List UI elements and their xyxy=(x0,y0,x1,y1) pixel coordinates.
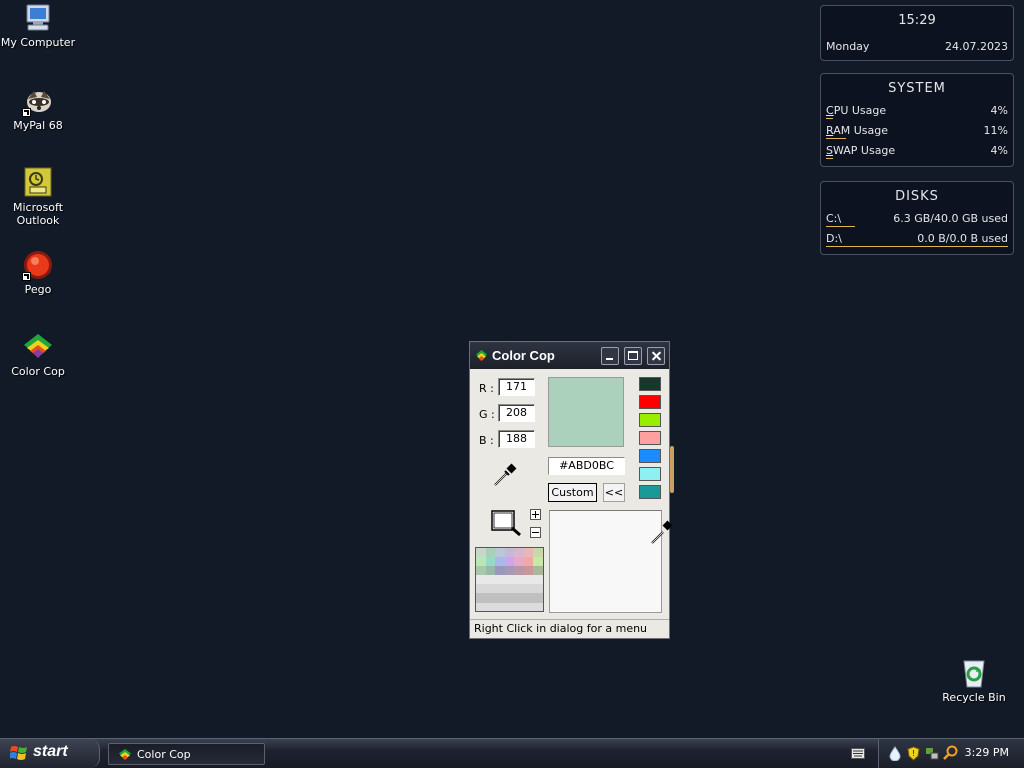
b-label: B : xyxy=(479,434,494,447)
shortcut-arrow-icon xyxy=(22,108,31,117)
desktop-icon-pego[interactable]: Pego xyxy=(0,249,76,296)
palette-swatch-2[interactable] xyxy=(639,395,661,409)
ram-usage-label: AM Usage xyxy=(833,124,888,137)
swap-usage-label: WAP Usage xyxy=(832,144,896,157)
color-cop-window[interactable]: Color Cop R : 171 G : 208 B : 188 #ABD0B… xyxy=(469,341,673,639)
color-cop-icon xyxy=(476,350,487,361)
b-field[interactable]: 188 xyxy=(498,430,535,448)
r-label: R : xyxy=(479,382,494,395)
status-bar: Right Click in dialog for a menu xyxy=(470,619,669,638)
zoom-preview-area[interactable] xyxy=(549,510,662,613)
network-icon[interactable] xyxy=(925,746,939,764)
palette-swatch-1[interactable] xyxy=(639,377,661,391)
maximize-button[interactable] xyxy=(624,347,642,365)
disk-d-row: D:\ 0.0 B/0.0 B used xyxy=(821,229,1013,249)
gadget-date: 24.07.2023 xyxy=(945,40,1008,53)
shortcut-arrow-icon xyxy=(22,272,31,281)
hex-value-field[interactable]: #ABD0BC xyxy=(548,457,625,475)
disk-c-label: C:\ xyxy=(826,212,842,225)
r-field[interactable]: 171 xyxy=(498,378,535,396)
window-resize-handle[interactable] xyxy=(670,446,674,493)
tray-clock[interactable]: 3:29 PM xyxy=(965,746,1009,759)
recycle-bin-icon xyxy=(958,657,990,689)
water-drop-icon[interactable] xyxy=(889,746,901,764)
ram-usage-value: 11% xyxy=(983,124,1008,137)
desktop-icon-my-computer[interactable]: My Computer xyxy=(0,2,76,49)
pego-icon xyxy=(22,249,54,281)
cpu-accel: C xyxy=(826,104,834,117)
current-color-swatch xyxy=(548,377,624,447)
disks-gadget-title: DISKS xyxy=(895,189,939,204)
ram-usage-row: RAM Usage 11% xyxy=(821,121,1013,141)
color-cop-icon xyxy=(119,749,131,760)
gadget-day: Monday xyxy=(826,40,870,53)
clock-gadget: 15:29 Monday 24.07.2023 xyxy=(820,5,1014,61)
system-gadget-title: SYSTEM xyxy=(888,81,946,96)
cpu-usage-row: CPU Usage 4% xyxy=(821,101,1013,121)
magnifier-preview xyxy=(475,547,544,612)
outlook-icon xyxy=(22,167,54,199)
palette-swatch-6[interactable] xyxy=(639,467,661,481)
start-button[interactable]: start xyxy=(0,739,100,768)
zoom-out-button[interactable] xyxy=(530,527,541,538)
eyedropper-icon[interactable] xyxy=(492,462,518,488)
swap-usage-row: SWAP Usage 4% xyxy=(821,141,1013,161)
mypal-raccoon-icon xyxy=(22,85,54,117)
g-field[interactable]: 208 xyxy=(498,404,535,422)
expand-toggle-button[interactable]: << xyxy=(603,483,625,502)
desktop-icon-outlook[interactable]: Microsoft Outlook xyxy=(0,167,76,227)
disk-d-value: 0.0 B/0.0 B used xyxy=(917,232,1008,245)
cpu-usage-value: 4% xyxy=(990,104,1008,117)
windows-flag-icon xyxy=(10,746,27,760)
palette-swatch-4[interactable] xyxy=(639,431,661,445)
window-title: Color Cop xyxy=(492,348,555,363)
security-shield-icon[interactable]: ! xyxy=(907,746,920,764)
desktop-icon-label: My Computer xyxy=(0,36,76,49)
start-label: start xyxy=(33,743,68,760)
gadget-date-row: Monday 24.07.2023 xyxy=(821,37,1013,57)
svg-text:!: ! xyxy=(912,749,915,758)
desktop-icon-label: Pego xyxy=(24,283,52,296)
keyboard-icon[interactable] xyxy=(851,748,865,759)
palette-swatch-5[interactable] xyxy=(639,449,661,463)
minimize-button[interactable] xyxy=(601,347,619,365)
custom-button[interactable]: Custom xyxy=(548,483,597,502)
gadget-time: 15:29 xyxy=(898,13,936,28)
zoom-in-button[interactable] xyxy=(530,509,541,520)
color-cop-icon xyxy=(22,331,54,363)
desktop-icon-label: Color Cop xyxy=(11,365,65,378)
desktop-icon-mypal[interactable]: MyPal 68 xyxy=(0,85,76,132)
disk-c-row: C:\ 6.3 GB/40.0 GB used xyxy=(821,209,1013,229)
disk-d-label: D:\ xyxy=(826,232,842,245)
close-button[interactable] xyxy=(647,347,665,365)
computer-icon xyxy=(22,2,54,34)
taskbar-item-color-cop[interactable]: Color Cop xyxy=(108,743,265,765)
disks-gadget: DISKS C:\ 6.3 GB/40.0 GB used D:\ 0.0 B/… xyxy=(820,181,1014,255)
disk-c-value: 6.3 GB/40.0 GB used xyxy=(893,212,1008,225)
cpu-usage-label: PU Usage xyxy=(833,104,887,117)
palette-swatch-7[interactable] xyxy=(639,485,661,499)
magnifier-icon[interactable] xyxy=(490,508,524,538)
desktop-icon-color-cop[interactable]: Color Cop xyxy=(0,331,76,378)
search-icon[interactable] xyxy=(943,745,959,764)
palette-swatch-3[interactable] xyxy=(639,413,661,427)
desktop-icon-label: Recycle Bin xyxy=(942,691,1006,704)
taskbar: start Color Cop ! 3:29 PM xyxy=(0,738,1024,768)
ram-usage-bar xyxy=(826,138,846,139)
disk-c-bar xyxy=(826,226,855,227)
swap-usage-value: 4% xyxy=(990,144,1008,157)
taskbar-item-label: Color Cop xyxy=(137,748,191,761)
swap-accel: S xyxy=(826,144,833,157)
window-titlebar[interactable]: Color Cop xyxy=(470,342,669,369)
desktop-icon-recycle-bin[interactable]: Recycle Bin xyxy=(936,657,1012,704)
desktop-icon-label: MyPal 68 xyxy=(13,119,63,132)
g-label: G : xyxy=(479,408,495,421)
cpu-usage-bar xyxy=(826,118,833,119)
system-gadget: SYSTEM CPU Usage 4% RAM Usage 11% SWAP U… xyxy=(820,73,1014,167)
desktop-icon-label: Microsoft Outlook xyxy=(12,201,64,227)
system-tray: ! 3:29 PM xyxy=(878,739,1024,768)
eyedropper-cursor-icon xyxy=(650,519,674,545)
swap-usage-bar xyxy=(826,158,833,159)
disk-d-bar xyxy=(826,246,1008,247)
